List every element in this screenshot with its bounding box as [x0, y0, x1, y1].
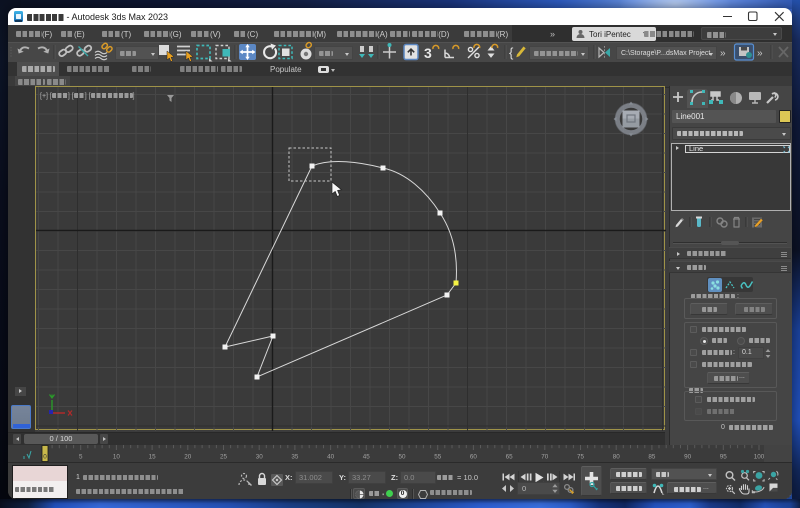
svg-text:»: » — [757, 48, 763, 59]
svg-text:{: { — [509, 45, 514, 60]
svg-text:3: 3 — [424, 45, 432, 61]
svg-text:100: 100 — [754, 454, 765, 461]
svg-text:65: 65 — [506, 454, 514, 461]
svg-text:50: 50 — [398, 454, 406, 461]
svg-text:45: 45 — [363, 454, 371, 461]
svg-text:15: 15 — [149, 454, 157, 461]
svg-text:25: 25 — [220, 454, 228, 461]
svg-text:90: 90 — [684, 454, 692, 461]
svg-text:60: 60 — [470, 454, 478, 461]
svg-text:75: 75 — [577, 454, 585, 461]
svg-text:85: 85 — [648, 454, 656, 461]
svg-text:80: 80 — [613, 454, 621, 461]
svg-text:0: 0 — [43, 454, 47, 461]
svg-text:40: 40 — [327, 454, 335, 461]
svg-text:10: 10 — [113, 454, 121, 461]
svg-text:30: 30 — [256, 454, 264, 461]
svg-text:5: 5 — [79, 454, 83, 461]
svg-text:35: 35 — [291, 454, 299, 461]
svg-text:»: » — [720, 48, 726, 59]
svg-text:95: 95 — [720, 454, 728, 461]
svg-text:70: 70 — [541, 454, 549, 461]
svg-text:20: 20 — [184, 454, 192, 461]
svg-text:55: 55 — [434, 454, 442, 461]
